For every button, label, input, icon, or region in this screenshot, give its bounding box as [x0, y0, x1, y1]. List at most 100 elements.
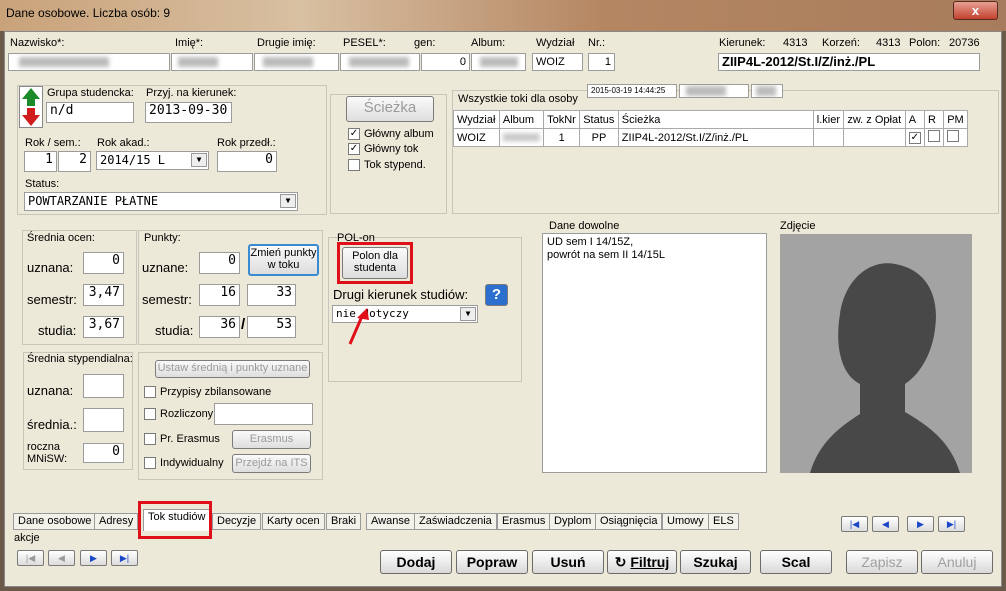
status-select[interactable]: POWTARZANIE PŁATNE ▼	[24, 192, 298, 211]
chevron-down-icon[interactable]: ▼	[280, 194, 296, 208]
set-average-button[interactable]: Ustaw średnią i punkty uznane	[155, 360, 310, 378]
col-a[interactable]: A	[904, 110, 925, 129]
points-title: Punkty:	[144, 232, 181, 244]
close-button[interactable]: x	[953, 1, 998, 20]
pesel-field[interactable]	[340, 53, 420, 71]
polon-student-button[interactable]: Polon dla studenta	[342, 247, 408, 279]
sem-field[interactable]: 2	[58, 151, 91, 172]
prev-year-field[interactable]: 0	[217, 151, 277, 172]
main-album-checkbox[interactable]: ✓	[348, 128, 360, 140]
points-studies-a-field[interactable]: 36	[199, 316, 240, 338]
col-r[interactable]: R	[923, 110, 945, 129]
tab-addresses[interactable]: Adresy	[94, 513, 139, 530]
faculty-field[interactable]: WOIZ	[532, 53, 583, 71]
col-path[interactable]: Ścieżka	[617, 110, 814, 129]
erasmus-checkbox[interactable]	[144, 433, 156, 445]
points-semester-label: semestr:	[142, 292, 192, 307]
major-value: 4313	[783, 37, 808, 49]
col-pm[interactable]: PM	[943, 110, 968, 129]
col-fees[interactable]: zw. z Opłat	[843, 110, 906, 129]
col-album[interactable]: Album	[498, 110, 545, 129]
year-field[interactable]: 1	[24, 151, 57, 172]
photo-placeholder[interactable]	[780, 234, 972, 473]
tab-achievements[interactable]: Osiągnięcia	[595, 513, 663, 530]
path-button[interactable]: Ścieżka	[346, 96, 434, 122]
filter-label: Filtruj	[630, 554, 670, 570]
tab-study-path[interactable]: Tok studiów	[143, 509, 211, 531]
add-button[interactable]: Dodaj	[380, 550, 452, 574]
scholarship-annual-field[interactable]: 0	[83, 443, 124, 463]
chevron-down-icon[interactable]: ▼	[191, 153, 207, 167]
last-page-icon[interactable]: ▶|	[111, 550, 138, 566]
scholarship-recognized-field[interactable]	[83, 374, 124, 398]
chevron-down-icon[interactable]: ▼	[460, 307, 476, 321]
table-row[interactable]: WOIZ 000000 1 PP ZIIP4L-2012/St.I/Z/inż.…	[453, 128, 968, 147]
move-arrows[interactable]	[19, 86, 43, 128]
settled-field[interactable]	[214, 403, 313, 425]
title-bar: Dane osobowe. Liczba osób: 9 x	[0, 0, 1006, 31]
tab-certificates[interactable]: Zaświadczenia	[414, 513, 497, 530]
merge-button[interactable]: Scal	[760, 550, 832, 574]
points-semester-b-field[interactable]: 33	[247, 284, 296, 306]
tab-grade-cards[interactable]: Karty ocen	[262, 513, 325, 530]
save-button[interactable]: Zapisz	[846, 550, 918, 574]
album-field[interactable]	[471, 53, 526, 71]
acad-year-select[interactable]: 2014/15 L ▼	[96, 151, 209, 170]
first-name-field[interactable]	[171, 53, 253, 71]
points-studies-b-field[interactable]: 53	[247, 316, 296, 338]
admitted-field[interactable]: 2013-09-30	[145, 102, 232, 123]
erasmus-button[interactable]: Erasmus	[232, 430, 311, 449]
polon-label: Polon:	[909, 37, 941, 49]
grades-semester-field[interactable]: 3,47	[83, 284, 124, 306]
col-faculty[interactable]: Wydział	[453, 110, 500, 129]
cancel-button[interactable]: Anuluj	[921, 550, 993, 574]
tab-personal[interactable]: Dane osobowe	[13, 513, 97, 530]
tab-deficits[interactable]: Braki	[326, 513, 362, 530]
cell-pm[interactable]	[943, 128, 968, 147]
next-page-icon[interactable]: ▶	[80, 550, 107, 566]
tab-decisions[interactable]: Decyzje	[212, 513, 262, 530]
points-recognized-field[interactable]: 0	[199, 252, 240, 274]
scholarship-average-field[interactable]	[83, 408, 124, 432]
edit-button[interactable]: Popraw	[456, 550, 528, 574]
col-status[interactable]: Status	[579, 110, 619, 129]
first-record-icon[interactable]: |◀	[841, 516, 868, 532]
tab-els[interactable]: ELS	[708, 513, 739, 530]
filter-button[interactable]: ↻ Filtruj	[607, 550, 677, 574]
grades-recognized-field[interactable]: 0	[83, 252, 124, 274]
second-name-field[interactable]	[254, 53, 339, 71]
settled-checkbox[interactable]	[144, 408, 156, 420]
balanced-checkbox[interactable]	[144, 386, 156, 398]
scholarship-path-checkbox[interactable]	[348, 159, 360, 171]
cell-faculty: WOIZ	[453, 128, 500, 147]
cell-a[interactable]: ✓	[904, 128, 925, 147]
last-record-icon[interactable]: ▶|	[938, 516, 965, 532]
nr-field[interactable]: 1	[588, 53, 615, 71]
group-field[interactable]: n/d	[46, 102, 134, 123]
points-semester-a-field[interactable]: 16	[199, 284, 240, 306]
scholarship-average-label: średnia.:	[27, 417, 77, 432]
help-icon[interactable]: ?	[485, 284, 508, 306]
col-toknr[interactable]: TokNr	[543, 110, 581, 129]
change-points-button[interactable]: Zmień punkty w toku	[248, 244, 319, 276]
its-button[interactable]: Przejdź na ITS	[232, 454, 311, 473]
individual-checkbox[interactable]	[144, 457, 156, 469]
col-lkier[interactable]: l.kier	[812, 110, 845, 129]
main-path-checkbox[interactable]: ✓	[348, 143, 360, 155]
grades-studies-field[interactable]: 3,67	[83, 316, 124, 338]
cell-r[interactable]	[923, 128, 945, 147]
tab-contracts[interactable]: Umowy	[662, 513, 709, 530]
extra-textarea[interactable]: UD sem I 14/15Z, powrót na sem II 14/15L	[542, 233, 767, 473]
prev-record-icon[interactable]: ◀	[872, 516, 899, 532]
search-button[interactable]: Szukaj	[680, 550, 751, 574]
next-record-icon[interactable]: ▶	[907, 516, 934, 532]
path-field[interactable]: ZIIP4L-2012/St.I/Z/inż./PL	[718, 53, 980, 71]
surname-field[interactable]	[8, 53, 170, 71]
delete-button[interactable]: Usuń	[532, 550, 604, 574]
tab-erasmus[interactable]: Erasmus	[497, 513, 551, 530]
gen-field[interactable]: 0	[421, 53, 470, 71]
first-page-icon[interactable]: |◀	[17, 550, 44, 566]
tab-diploma[interactable]: Dyplom	[549, 513, 597, 530]
prev-page-icon[interactable]: ◀	[48, 550, 75, 566]
tab-promotions[interactable]: Awanse	[366, 513, 415, 530]
